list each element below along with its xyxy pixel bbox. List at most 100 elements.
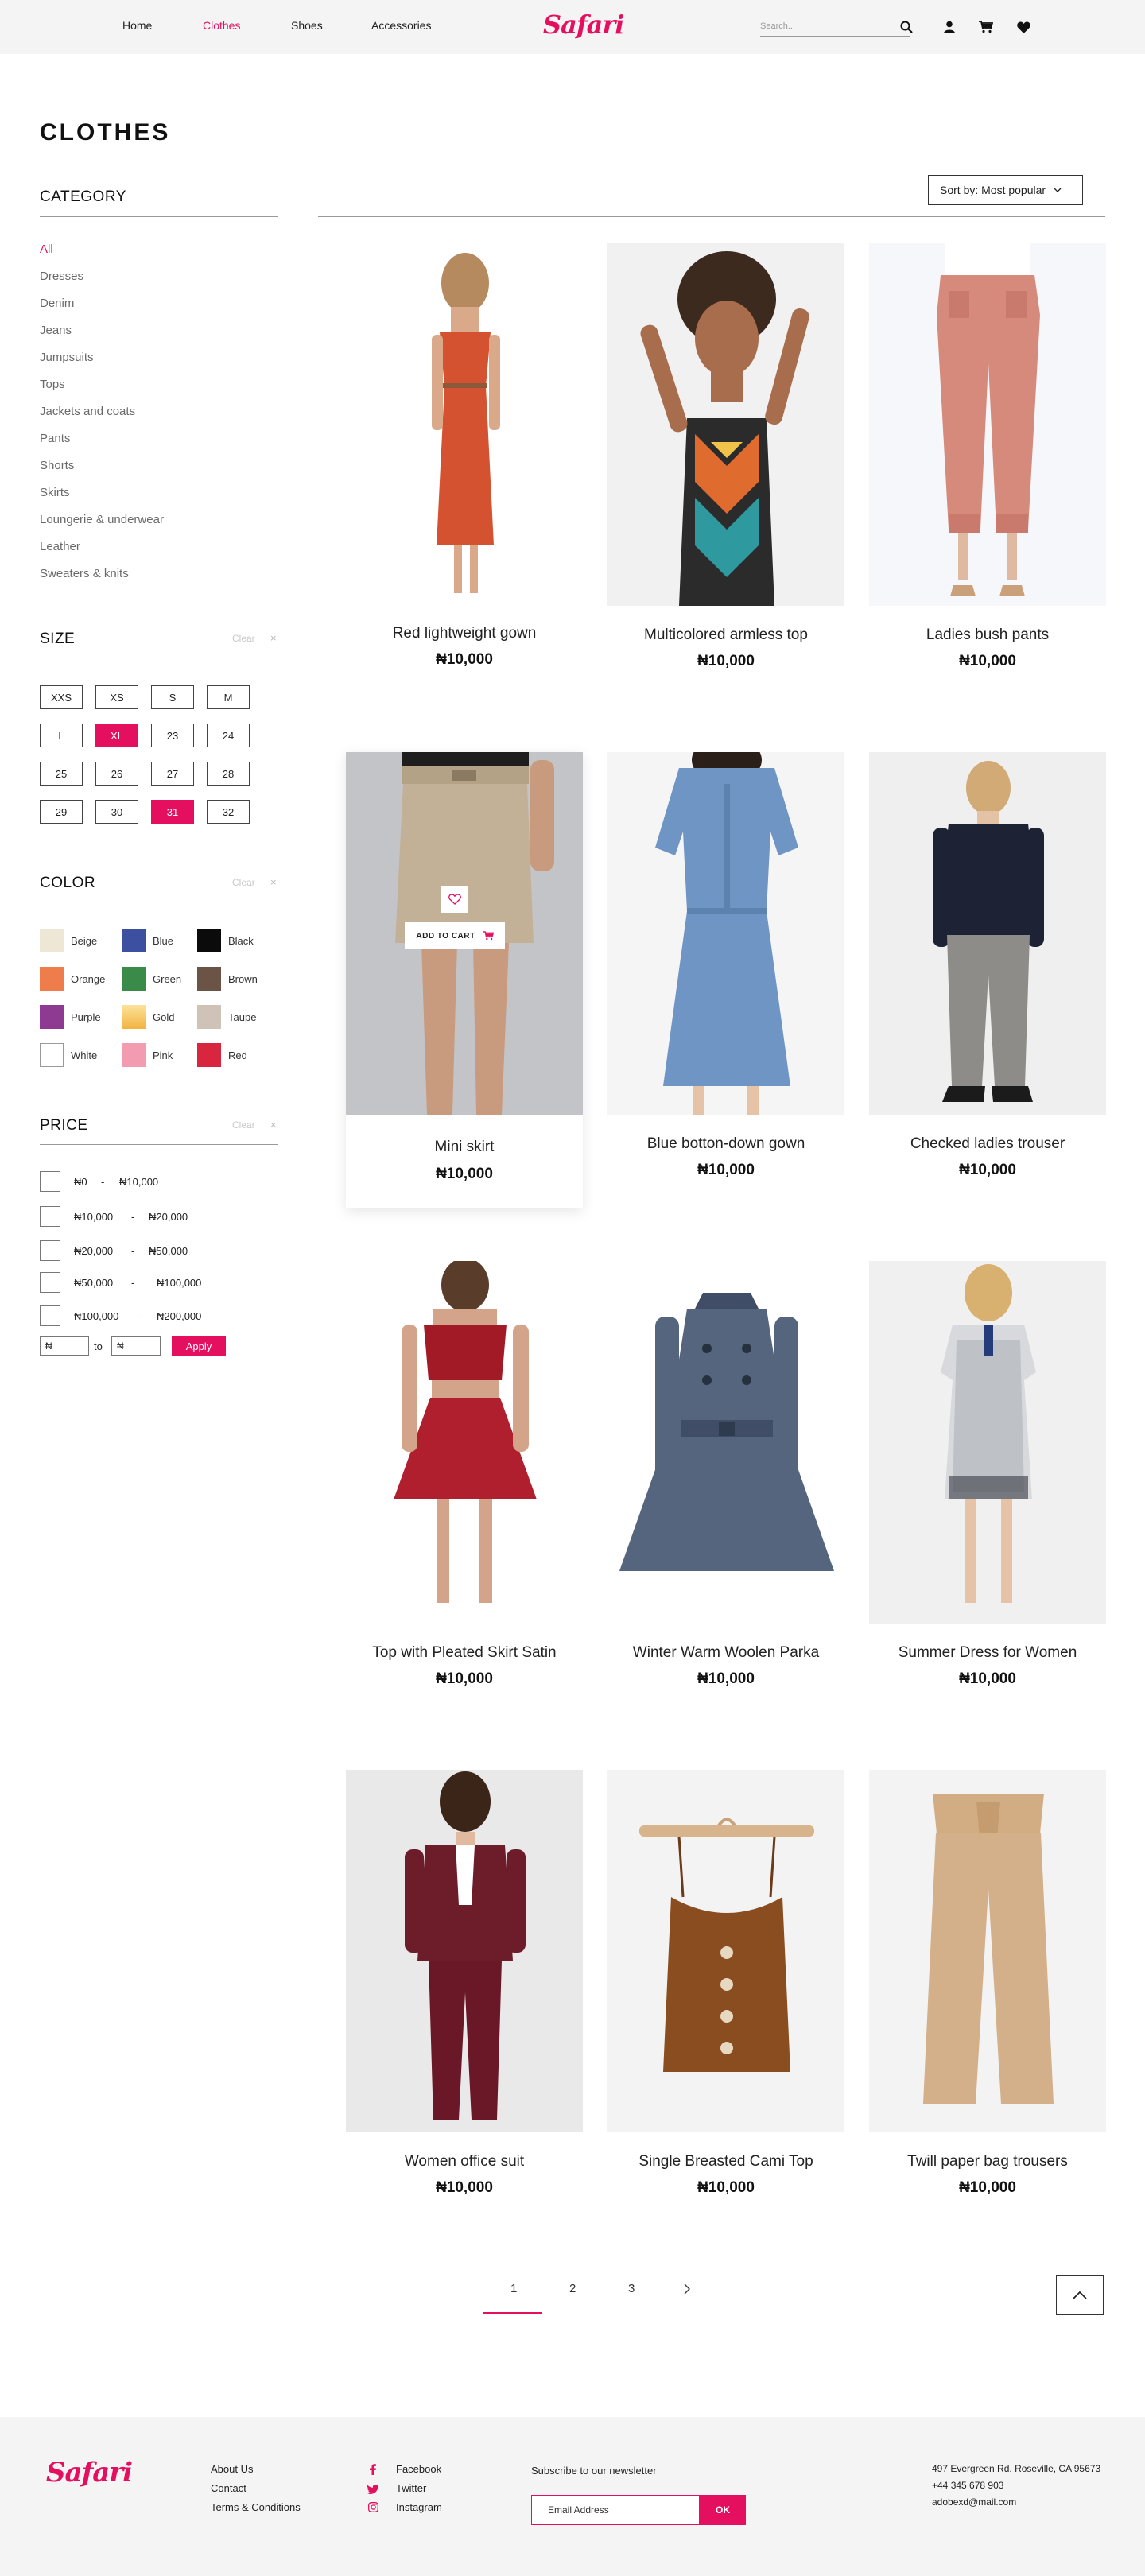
category-item-tops[interactable]: Tops <box>40 378 65 391</box>
product-name[interactable]: Blue botton-down gown <box>607 1135 844 1153</box>
category-item-jeans[interactable]: Jeans <box>40 324 72 337</box>
product-image[interactable] <box>607 1261 844 1624</box>
product-name[interactable]: Twill paper bag trousers <box>869 2153 1106 2171</box>
color-clear-icon[interactable]: × <box>270 876 277 888</box>
size-option[interactable]: L <box>40 724 83 747</box>
footer-link-about[interactable]: About Us <box>211 2463 253 2475</box>
nav-clothes-link[interactable]: Clothes <box>203 19 240 32</box>
color-swatch-green[interactable] <box>122 967 146 991</box>
price-max-input[interactable] <box>111 1336 161 1356</box>
color-swatch-taupe[interactable] <box>197 1005 221 1029</box>
footer-link-contact[interactable]: Contact <box>211 2482 246 2494</box>
size-option[interactable]: 30 <box>95 800 138 824</box>
footer-email[interactable]: adobexd@mail.com <box>932 2496 1016 2508</box>
product-image[interactable] <box>869 243 1106 606</box>
price-apply-button[interactable]: Apply <box>172 1336 226 1356</box>
footer-social-instagram[interactable]: Instagram <box>396 2501 442 2513</box>
product-card[interactable]: Checked ladies trouser ₦10,000 <box>869 752 1106 1197</box>
add-to-cart-button[interactable]: ADD TO CART <box>405 922 505 949</box>
category-item-loungerie[interactable]: Loungerie & underwear <box>40 513 164 526</box>
footer-logo[interactable]: Safari <box>46 2457 133 2489</box>
price-range-checkbox[interactable] <box>40 1171 60 1192</box>
product-card[interactable]: Winter Warm Woolen Parka ₦10,000 <box>607 1261 844 1706</box>
product-name[interactable]: Summer Dress for Women <box>869 1644 1106 1662</box>
cart-icon[interactable] <box>976 17 996 37</box>
price-range-checkbox[interactable] <box>40 1272 60 1293</box>
product-image[interactable] <box>869 1261 1106 1624</box>
nav-accessories-link[interactable]: Accessories <box>371 19 431 32</box>
color-swatch-brown[interactable] <box>197 967 221 991</box>
category-item-skirts[interactable]: Skirts <box>40 486 70 499</box>
newsletter-email-input[interactable] <box>548 2498 691 2522</box>
size-option[interactable]: 32 <box>207 800 250 824</box>
price-min-input[interactable] <box>40 1336 89 1356</box>
category-item-jackets[interactable]: Jackets and coats <box>40 405 135 418</box>
product-name[interactable]: Red lightweight gown <box>346 625 583 642</box>
instagram-icon[interactable] <box>368 2502 378 2516</box>
product-name[interactable]: Winter Warm Woolen Parka <box>607 1644 844 1662</box>
product-image[interactable] <box>869 1770 1106 2132</box>
page-link[interactable]: 3 <box>628 2282 635 2295</box>
price-range-checkbox[interactable] <box>40 1240 60 1261</box>
size-option[interactable]: 26 <box>95 762 138 786</box>
product-name[interactable]: Checked ladies trouser <box>869 1135 1106 1153</box>
category-item-sweaters[interactable]: Sweaters & knits <box>40 567 129 580</box>
back-to-top-button[interactable] <box>1056 2275 1104 2315</box>
heart-icon[interactable] <box>1014 17 1033 37</box>
wishlist-button[interactable] <box>441 886 468 913</box>
price-range-checkbox[interactable] <box>40 1206 60 1227</box>
page-link[interactable]: 2 <box>569 2282 576 2295</box>
price-clear-button[interactable]: Clear <box>232 1119 255 1131</box>
color-swatch-beige[interactable] <box>40 929 64 952</box>
color-swatch-pink[interactable] <box>122 1043 146 1067</box>
search-icon[interactable] <box>897 17 916 37</box>
page-link[interactable]: 1 <box>510 2282 517 2295</box>
color-swatch-red[interactable] <box>197 1043 221 1067</box>
size-option[interactable]: 23 <box>151 724 194 747</box>
product-card[interactable]: Red lightweight gown ₦10,000 <box>346 243 583 689</box>
nav-shoes-link[interactable]: Shoes <box>291 19 323 32</box>
user-icon[interactable] <box>940 17 959 37</box>
size-clear-button[interactable]: Clear <box>232 633 255 644</box>
size-option[interactable]: M <box>207 685 250 709</box>
product-card[interactable]: Single Breasted Cami Top ₦10,000 <box>607 1770 844 2215</box>
color-swatch-blue[interactable] <box>122 929 146 952</box>
footer-social-facebook[interactable]: Facebook <box>396 2463 441 2475</box>
product-name[interactable]: Mini skirt <box>346 1139 583 1156</box>
category-item-shorts[interactable]: Shorts <box>40 459 74 472</box>
nav-home-link[interactable]: Home <box>122 19 152 32</box>
product-card[interactable]: Multicolored armless top ₦10,000 <box>607 243 844 689</box>
color-swatch-orange[interactable] <box>40 967 64 991</box>
product-name[interactable]: Top with Pleated Skirt Satin <box>346 1644 583 1662</box>
product-card[interactable]: Blue botton-down gown ₦10,000 <box>607 752 844 1197</box>
category-item-dresses[interactable]: Dresses <box>40 270 83 283</box>
price-range-checkbox[interactable] <box>40 1305 60 1326</box>
product-card[interactable]: Summer Dress for Women ₦10,000 <box>869 1261 1106 1706</box>
size-option[interactable]: 29 <box>40 800 83 824</box>
product-image[interactable] <box>607 1770 844 2132</box>
product-image[interactable] <box>346 1770 583 2132</box>
product-card[interactable]: Women office suit ₦10,000 <box>346 1770 583 2215</box>
chevron-right-icon[interactable] <box>684 2283 690 2299</box>
size-option-selected[interactable]: XL <box>95 724 138 747</box>
product-card-hovered[interactable]: ADD TO CART Mini skirt ₦10,000 <box>346 752 583 1208</box>
color-swatch-gold[interactable] <box>122 1005 146 1029</box>
color-swatch-black[interactable] <box>197 929 221 952</box>
size-clear-icon[interactable]: × <box>270 632 277 644</box>
sort-dropdown[interactable]: Sort by: Most popular <box>928 175 1083 205</box>
size-option[interactable]: 27 <box>151 762 194 786</box>
product-image[interactable] <box>346 1261 583 1624</box>
search-input[interactable] <box>760 17 887 35</box>
brand-logo[interactable]: Safari <box>543 10 624 40</box>
facebook-icon[interactable] <box>369 2464 377 2479</box>
size-option[interactable]: S <box>151 685 194 709</box>
product-image[interactable] <box>869 752 1106 1115</box>
color-swatch-white[interactable] <box>40 1043 64 1067</box>
size-option[interactable]: XS <box>95 685 138 709</box>
product-image[interactable] <box>607 752 844 1115</box>
product-name[interactable]: Multicolored armless top <box>607 627 844 644</box>
category-item-all[interactable]: All <box>40 242 53 256</box>
size-option[interactable]: 28 <box>207 762 250 786</box>
product-card[interactable]: Twill paper bag trousers ₦10,000 <box>869 1770 1106 2215</box>
category-item-denim[interactable]: Denim <box>40 297 74 310</box>
